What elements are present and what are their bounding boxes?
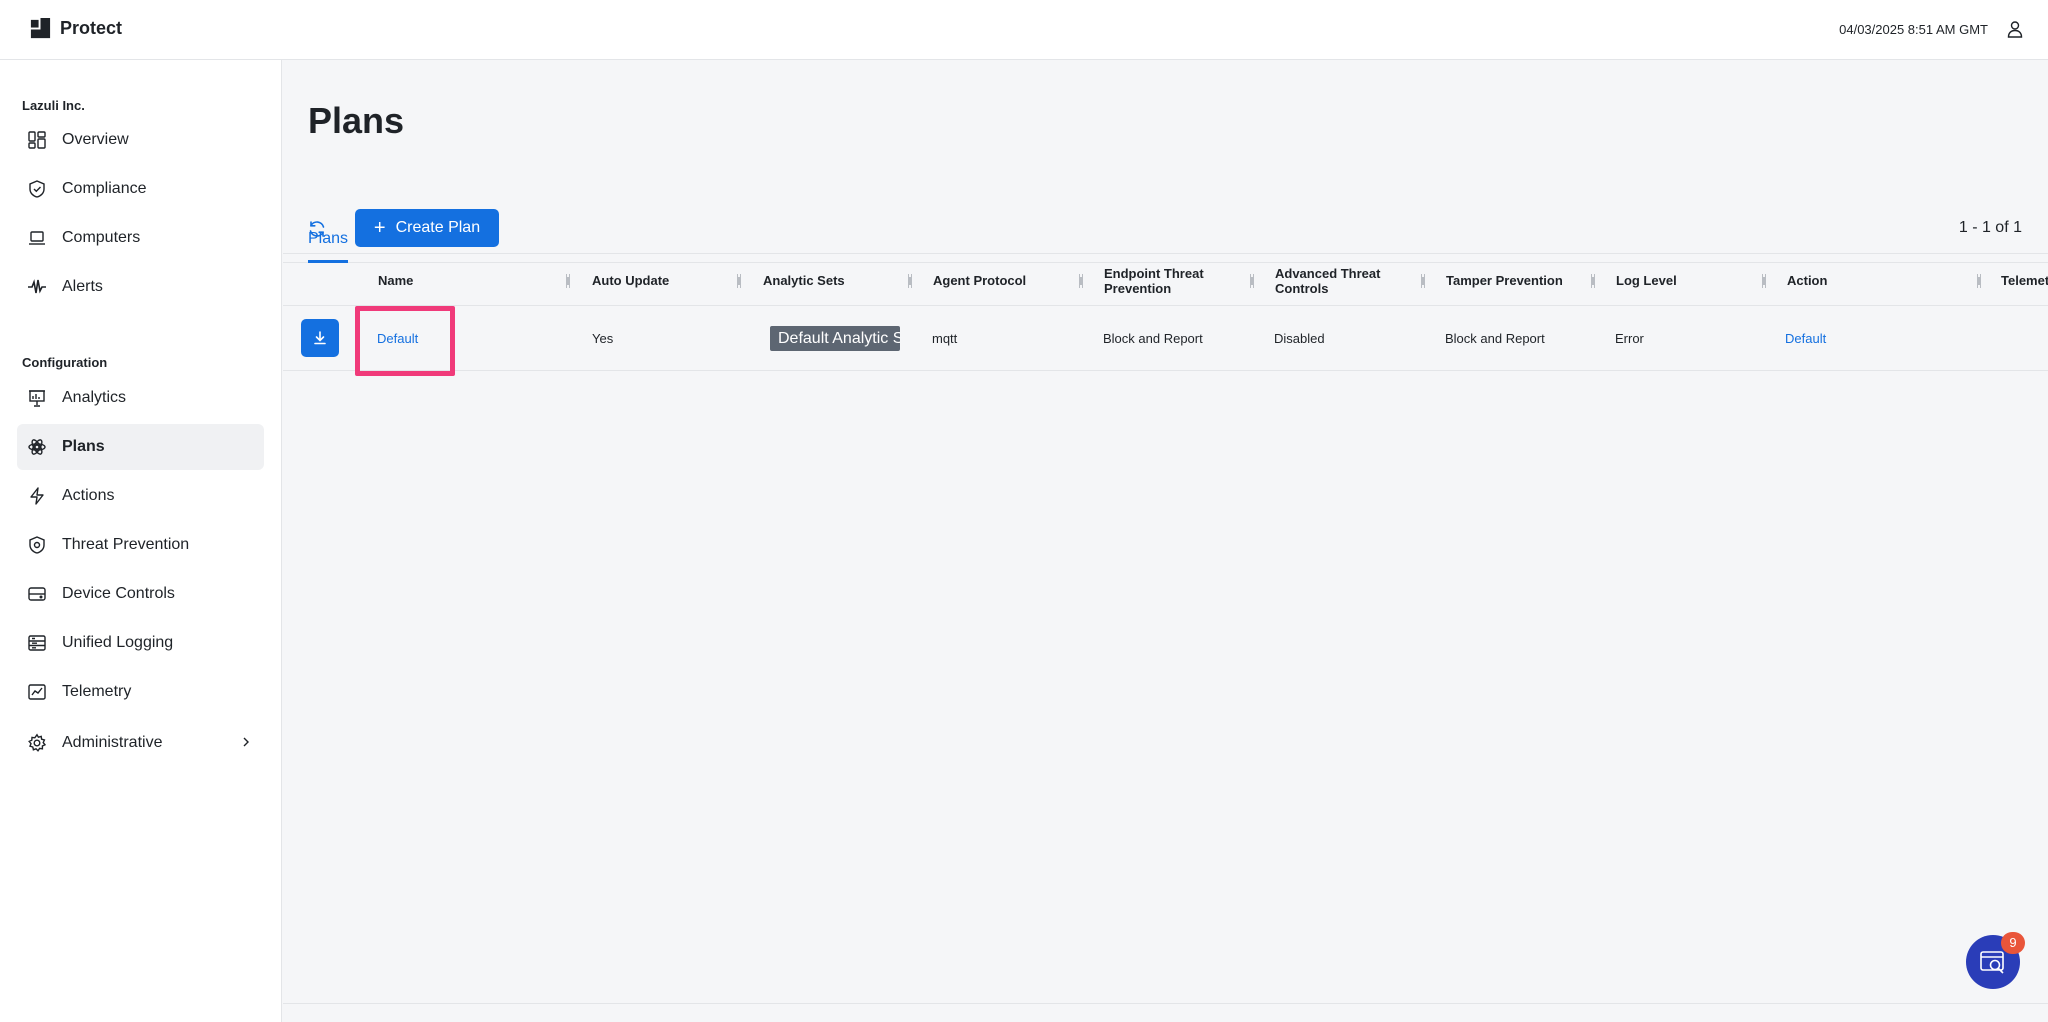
cell-log-level: Error	[1615, 331, 1644, 346]
plus-icon: +	[373, 217, 386, 239]
column-header-telemetry[interactable]: Telemet	[2001, 255, 2048, 306]
brand[interactable]: Protect	[29, 17, 122, 40]
shield-gear-icon	[29, 536, 45, 554]
presentation-chart-icon	[29, 390, 45, 407]
sidebar-item-plans[interactable]: Plans	[17, 424, 264, 470]
download-icon	[314, 331, 326, 345]
lightning-icon	[30, 487, 44, 505]
column-label: Name	[378, 273, 414, 288]
column-resizer[interactable]	[1078, 274, 1084, 288]
sidebar-item-overview[interactable]: Overview	[17, 117, 264, 163]
column-label: Action	[1787, 273, 1828, 288]
sidebar-item-label: Telemetry	[62, 683, 132, 700]
configuration-label: Configuration	[22, 355, 108, 370]
refresh-icon[interactable]	[307, 219, 327, 239]
sidebar-item-actions[interactable]: Actions	[17, 473, 264, 519]
analytic-set-chip[interactable]: Default Analytic S	[770, 326, 900, 351]
column-header-name[interactable]: Name	[378, 255, 568, 306]
app-name: Protect	[60, 18, 123, 38]
sidebar-item-label: Compliance	[62, 180, 147, 197]
column-header-tamper-prevention[interactable]: Tamper Prevention	[1446, 255, 1596, 306]
sidebar-item-analytics[interactable]: Analytics	[17, 375, 264, 421]
cell-agent-protocol: mqtt	[932, 331, 958, 346]
column-header-agent-protocol[interactable]: Agent Protocol	[933, 255, 1093, 306]
pagination-info: 1 - 1 of 1	[1958, 219, 2022, 236]
laptop-icon	[29, 231, 45, 245]
column-label: Analytic Sets	[763, 273, 845, 288]
column-resizer[interactable]	[1420, 274, 1426, 288]
current-datetime: 04/03/2025 8:51 AM GMT	[1839, 22, 1988, 37]
column-header-action[interactable]: Action	[1787, 255, 1937, 306]
column-resizer[interactable]	[1590, 274, 1596, 288]
sidebar-item-label: Unified Logging	[62, 634, 174, 651]
sidebar-item-label: Computers	[62, 229, 141, 246]
sidebar-item-label: Alerts	[62, 278, 103, 295]
cell-tamper-prevention: Block and Report	[1445, 331, 1545, 346]
sidebar-item-label: Device Controls	[62, 585, 175, 602]
action-link[interactable]: Default	[1785, 306, 1826, 371]
notification-badge: 9	[2001, 932, 2025, 954]
cell-endpoint-threat-prevention: Block and Report	[1103, 331, 1203, 346]
sidebar: Lazuli Inc. Overview Compliance Computer…	[0, 60, 282, 1022]
table-toolbar: + Create Plan 1 - 1 of 1	[283, 203, 2048, 254]
gear-icon	[28, 733, 47, 752]
sidebar-item-alerts[interactable]: Alerts	[17, 264, 264, 310]
grid-icon	[28, 131, 46, 149]
sidebar-item-label: Overview	[62, 131, 129, 148]
sidebar-item-telemetry[interactable]: Telemetry	[17, 669, 264, 715]
sidebar-item-label: Plans	[62, 438, 105, 455]
sidebar-item-label: Analytics	[62, 389, 127, 406]
column-resizer[interactable]	[736, 274, 742, 288]
column-header-advanced-threat-controls[interactable]: Advanced Threat Controls	[1275, 255, 1405, 306]
column-resizer[interactable]	[907, 274, 913, 288]
column-header-log-level[interactable]: Log Level	[1616, 255, 1766, 306]
column-header-auto-update[interactable]: Auto Update	[592, 255, 752, 306]
log-icon	[28, 635, 46, 651]
column-label: Log Level	[1616, 273, 1677, 288]
column-resizer[interactable]	[565, 274, 571, 288]
table-header: Name Auto Update Analytic Sets Agent Pro…	[283, 255, 2048, 306]
top-bar: Protect 04/03/2025 8:51 AM GMT	[0, 0, 2048, 60]
search-window-icon	[1980, 951, 2004, 974]
column-label: Advanced Threat Controls	[1275, 265, 1381, 296]
protect-logo-icon	[30, 17, 51, 39]
chevron-right-icon	[243, 737, 249, 747]
sidebar-item-label: Actions	[62, 487, 115, 504]
column-label: Endpoint Threat Prevention	[1104, 265, 1204, 296]
sidebar-item-label: Threat Prevention	[62, 536, 190, 553]
column-header-endpoint-threat-prevention[interactable]: Endpoint Threat Prevention	[1104, 255, 1234, 306]
sidebar-item-threat-prevention[interactable]: Threat Prevention	[17, 522, 264, 568]
shield-check-icon	[29, 180, 45, 198]
create-plan-label: Create Plan	[395, 219, 481, 236]
sidebar-item-unified-logging[interactable]: Unified Logging	[17, 620, 264, 666]
plan-name-link[interactable]: Default	[377, 306, 418, 371]
column-label: Telemet	[2001, 273, 2048, 288]
main-content: Plans Plans Exception Sets + Create Plan…	[283, 60, 2048, 1022]
column-label: Tamper Prevention	[1446, 273, 1563, 288]
page-title: Plans	[308, 100, 405, 141]
chart-icon	[28, 684, 46, 700]
column-header-analytic-sets[interactable]: Analytic Sets	[763, 255, 923, 306]
org-label: Lazuli Inc.	[22, 98, 85, 113]
column-resizer[interactable]	[1976, 274, 1982, 288]
column-label: Agent Protocol	[933, 273, 1027, 288]
sidebar-item-administrative[interactable]: Administrative	[17, 720, 264, 766]
sidebar-item-computers[interactable]: Computers	[17, 215, 264, 261]
table-row: Default Yes Default Analytic S mqtt Bloc…	[283, 306, 2048, 376]
sidebar-item-device-controls[interactable]: Device Controls	[17, 571, 264, 617]
column-label: Auto Update	[592, 273, 670, 288]
atom-icon	[28, 439, 46, 455]
drive-icon	[28, 587, 46, 601]
cell-auto-update: Yes	[592, 331, 614, 346]
column-resizer[interactable]	[1761, 274, 1767, 288]
column-resizer[interactable]	[1249, 274, 1255, 288]
table-footer-divider	[283, 1003, 2048, 1004]
create-plan-button[interactable]: + Create Plan	[355, 209, 499, 247]
pulse-icon	[28, 279, 46, 294]
sidebar-item-compliance[interactable]: Compliance	[17, 166, 264, 212]
user-icon[interactable]	[2005, 19, 2025, 39]
download-button[interactable]	[301, 319, 339, 357]
cell-advanced-threat-controls: Disabled	[1274, 331, 1325, 346]
sidebar-item-label: Administrative	[62, 734, 163, 751]
